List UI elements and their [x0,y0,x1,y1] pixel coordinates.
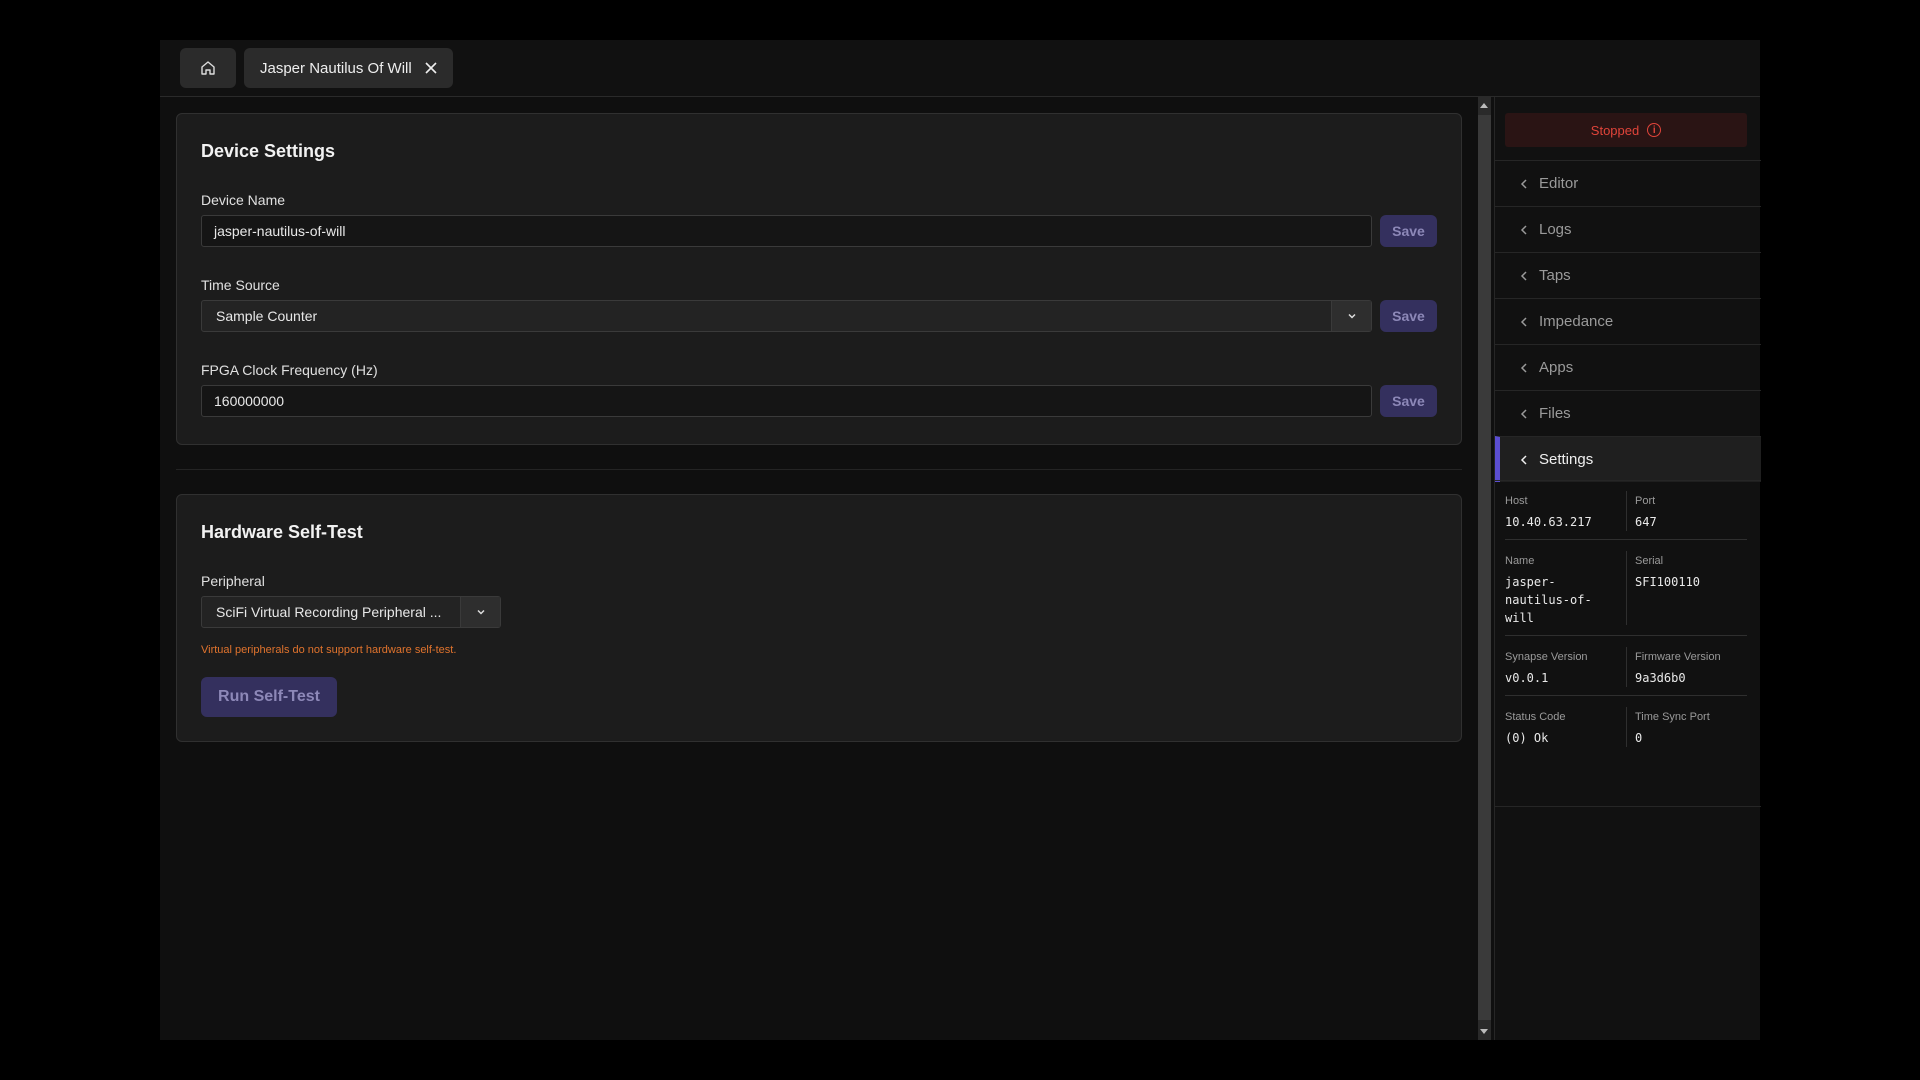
sidebar-item-label: Editor [1539,175,1579,192]
self-test-warning: Virtual peripherals do not support hardw… [201,644,457,656]
sidebar-item-label: Apps [1539,359,1574,376]
divider [1626,491,1627,531]
sidebar-item-label: Logs [1539,221,1572,238]
sidebar-item-taps[interactable]: Taps [1495,252,1761,298]
time-sync-port-info: Time Sync Port 0 [1635,711,1710,747]
sidebar-item-files[interactable]: Files [1495,390,1761,436]
name-label: Name [1505,555,1535,567]
status-text: Stopped [1590,122,1640,138]
divider [1626,707,1627,747]
info-icon[interactable]: i [1647,123,1662,137]
peripheral-value: SciFi Virtual Recording Peripheral ... [216,604,442,620]
tab-bar: Jasper Nautilus Of Will [160,40,1760,97]
synapse-version-value: v0.0.1 [1505,671,1549,685]
run-self-test-button[interactable]: Run Self-Test [201,677,337,717]
device-settings-card: Device Settings Device Name jasper-nauti… [176,113,1462,445]
host-info: Host 10.40.63.217 [1505,495,1592,531]
chevron-left-icon [1520,271,1527,281]
tab-label: Jasper Nautilus Of Will [260,59,412,77]
serial-info: Serial SFI100110 [1635,555,1700,591]
sidebar-item-label: Settings [1539,451,1594,468]
port-label: Port [1635,495,1656,507]
divider [1505,695,1747,696]
home-button[interactable] [180,48,236,88]
time-source-select[interactable]: Sample Counter [201,300,1372,332]
chevron-down-icon[interactable] [460,597,500,627]
device-name-label: Device Name [201,192,286,208]
card-title: Device Settings [201,141,336,161]
scroll-thumb[interactable] [1478,115,1491,1020]
port-value: 647 [1635,515,1657,529]
host-label: Host [1505,495,1528,507]
scroll-up-arrow-icon[interactable] [1480,103,1488,108]
sidebar-item-label: Files [1539,405,1571,422]
time-source-label: Time Source [201,277,280,293]
status-code-label: Status Code [1505,711,1566,723]
close-tab-button[interactable] [421,58,441,78]
card-title: Hardware Self-Test [201,522,363,542]
chevron-left-icon [1520,179,1527,189]
time-sync-port-label: Time Sync Port [1635,711,1710,723]
device-name-input[interactable]: jasper-nautilus-of-will [201,215,1372,247]
app-window: Jasper Nautilus Of Will Device Settings … [160,40,1761,1040]
firmware-version-value: 9a3d6b0 [1635,671,1686,685]
right-panel: Stopped i Editor Logs Taps Impedance App… [1494,97,1761,1040]
divider [1505,635,1747,636]
divider [1505,539,1747,540]
sidebar-item-impedance[interactable]: Impedance [1495,298,1761,344]
main-content: Device Settings Device Name jasper-nauti… [160,97,1638,1040]
sidebar-item-logs[interactable]: Logs [1495,206,1761,252]
firmware-version-info: Firmware Version 9a3d6b0 [1635,651,1721,687]
main-scrollbar[interactable] [1478,97,1491,1040]
status-code-info: Status Code (0) Ok [1505,711,1566,747]
save-device-name-button[interactable]: Save [1380,215,1437,247]
time-source-value: Sample Counter [216,308,318,324]
firmware-version-label: Firmware Version [1635,651,1721,663]
home-icon [201,61,215,75]
serial-label: Serial [1635,555,1664,567]
chevron-left-icon [1520,225,1527,235]
sidebar-item-apps[interactable]: Apps [1495,344,1761,390]
chevron-left-icon [1520,409,1527,419]
host-value: 10.40.63.217 [1505,515,1592,529]
name-info: Name jasper-nautilus-of-will [1505,555,1620,627]
chevron-left-icon [1520,363,1527,373]
peripheral-select[interactable]: SciFi Virtual Recording Peripheral ... [201,596,501,628]
scroll-down-arrow-icon[interactable] [1480,1029,1488,1034]
self-test-card: Hardware Self-Test Peripheral SciFi Virt… [176,494,1462,742]
chevron-down-icon[interactable] [1331,301,1371,331]
time-sync-port-value: 0 [1635,731,1643,745]
fpga-clock-label: FPGA Clock Frequency (Hz) [201,362,378,378]
name-value: jasper-nautilus-of-will [1505,575,1592,625]
fpga-clock-input[interactable]: 160000000 [201,385,1372,417]
close-icon [425,62,437,74]
synapse-version-info: Synapse Version v0.0.1 [1505,651,1588,687]
serial-value: SFI100110 [1635,575,1701,589]
section-divider [176,469,1462,470]
status-badge: Stopped i [1505,113,1747,147]
divider [1626,647,1627,687]
sidebar-item-label: Impedance [1539,313,1614,330]
port-info: Port 647 [1635,495,1657,531]
chevron-left-icon [1520,455,1527,465]
divider [1495,480,1761,481]
peripheral-label: Peripheral [201,573,265,589]
divider [1626,551,1627,625]
save-fpga-clock-button[interactable]: Save [1380,385,1437,417]
sidebar-item-editor[interactable]: Editor [1495,160,1761,206]
chevron-left-icon [1520,317,1527,327]
divider [1495,806,1761,807]
sidebar-item-settings[interactable]: Settings [1495,436,1761,482]
save-time-source-button[interactable]: Save [1380,300,1437,332]
status-code-value: (0) Ok [1505,731,1549,745]
tab-device[interactable]: Jasper Nautilus Of Will [244,48,453,88]
synapse-version-label: Synapse Version [1505,651,1588,663]
sidebar-item-label: Taps [1539,267,1571,284]
